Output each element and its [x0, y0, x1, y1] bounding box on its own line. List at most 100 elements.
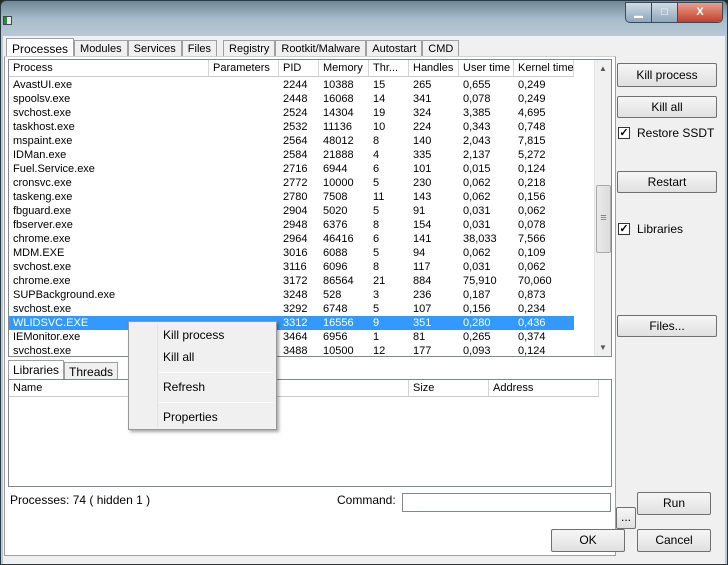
table-cell: 6956	[323, 331, 348, 343]
table-row[interactable]: svchost.exe 2524 14304 19 324 3,385 4,695	[9, 106, 574, 120]
table-row[interactable]: IDMan.exe 2584 21888 4 335 2,137 5,272	[9, 148, 574, 162]
scroll-up-icon[interactable]: ▲	[595, 60, 611, 77]
browse-button[interactable]: ...	[616, 507, 636, 529]
table-cell: IDMan.exe	[13, 149, 67, 161]
column-header-thr-[interactable]: Thr...	[369, 60, 409, 77]
table-cell: 5	[373, 205, 380, 217]
table-cell: 2564	[283, 135, 308, 147]
table-cell	[209, 204, 279, 218]
table-cell: 154	[413, 219, 432, 231]
table-cell: 0,124	[518, 163, 546, 175]
table-cell: 38,033	[463, 233, 497, 245]
table-cell: 14	[373, 93, 386, 105]
table-row[interactable]: chrome.exe 3172 86564 21 884 75,910 70,060	[9, 274, 574, 288]
app-window: ▁ □ X Processes Modules Services Files Regis…	[0, 0, 728, 565]
process-list[interactable]: Process Parameters PID Memory Thr... Handles U…	[8, 59, 612, 357]
table-cell: 11136	[323, 121, 352, 133]
column-header-user-time[interactable]: User time	[459, 60, 514, 77]
run-button[interactable]: Run	[637, 492, 711, 515]
tab-cmd[interactable]: CMD	[422, 40, 460, 57]
table-cell: 0,031	[463, 219, 491, 231]
table-cell: 8	[373, 219, 380, 231]
table-cell: 2964	[283, 233, 308, 245]
close-button[interactable]: X	[678, 3, 722, 22]
column-header-memory[interactable]: Memory	[319, 60, 369, 77]
table-cell: 0,078	[518, 219, 546, 231]
table-row[interactable]: svchost.exe 3488 10500 12 177 0,093 0,124	[9, 344, 574, 356]
table-cell: fbguard.exe	[13, 205, 72, 217]
scroll-down-icon[interactable]: ▼	[595, 339, 611, 356]
menu-item-properties[interactable]: Properties	[163, 410, 218, 424]
table-row[interactable]: mspaint.exe 2564 48012 8 140 2,043 7,815	[9, 134, 574, 148]
table-cell: 528	[323, 289, 342, 301]
table-cell: 9	[373, 317, 380, 329]
checkbox-check-icon: ✓	[618, 223, 630, 235]
files-button[interactable]: Files...	[617, 315, 717, 337]
tab-registry[interactable]: Registry	[223, 40, 276, 57]
table-row[interactable]: WLIDSVC.EXE 3312 16556 9 351 0,280 0,436	[9, 316, 574, 330]
table-row[interactable]: fbguard.exe 2904 5020 5 91 0,031 0,062	[9, 204, 574, 218]
table-cell: 0,062	[518, 261, 546, 273]
kill-all-button[interactable]: Kill all	[617, 96, 717, 118]
tab-processes[interactable]: Processes	[6, 38, 75, 58]
table-cell: 0,343	[463, 121, 491, 133]
table-row[interactable]: spoolsv.exe 2448 16068 14 341 0,078 0,249	[9, 92, 574, 106]
cancel-button[interactable]: Cancel	[637, 529, 711, 552]
table-cell: 140	[413, 135, 432, 147]
libraries-list[interactable]: Name Size Address	[8, 379, 612, 487]
table-cell: svchost.exe	[13, 107, 72, 119]
tab-autostart[interactable]: Autostart	[366, 40, 423, 57]
restart-button[interactable]: Restart	[617, 171, 717, 193]
tab-services[interactable]: Services	[127, 40, 182, 57]
table-row[interactable]: AvastUI.exe 2244 10388 15 265 0,655 0,249	[9, 78, 574, 92]
table-cell: 0,234	[518, 303, 546, 315]
table-row[interactable]: cronsvc.exe 2772 10000 5 230 0,062 0,218	[9, 176, 574, 190]
ok-button[interactable]: OK	[551, 529, 625, 552]
tab-rootkit-malware[interactable]: Rootkit/Malware	[275, 40, 367, 57]
column-header-handles[interactable]: Handles	[409, 60, 459, 77]
scroll-thumb[interactable]: ≡	[596, 185, 611, 253]
client-area: Processes Modules Services Files Registry Roo…	[3, 36, 725, 564]
tab-threads[interactable]: Threads	[64, 362, 119, 379]
tab-modules[interactable]: Modules	[74, 40, 128, 57]
table-cell: 5020	[323, 205, 348, 217]
table-cell: 91	[413, 205, 426, 217]
restore-ssdt-checkbox[interactable]: ✓ Restore SSDT	[618, 126, 714, 140]
table-row[interactable]: taskhost.exe 2532 11136 10 224 0,343 0,748	[9, 120, 574, 134]
column-header-pid[interactable]: PID	[279, 60, 319, 77]
column-header-process[interactable]: Process	[9, 60, 209, 77]
kill-process-button[interactable]: Kill process	[617, 63, 717, 87]
minimize-button[interactable]: ▁	[626, 3, 652, 22]
table-cell: 5	[373, 177, 380, 189]
column-header-kernel-time[interactable]: Kernel time	[514, 60, 574, 77]
table-row[interactable]: svchost.exe 3116 6096 8 117 0,031 0,062	[9, 260, 574, 274]
table-row[interactable]: MDM.EXE 3016 6088 5 94 0,062 0,109	[9, 246, 574, 260]
column-header-size[interactable]: Size	[409, 380, 489, 396]
table-row[interactable]: Fuel.Service.exe 2716 6944 6 101 0,015 0,124	[9, 162, 574, 176]
table-row[interactable]: svchost.exe 3292 6748 5 107 0,156 0,234	[9, 302, 574, 316]
menu-item-kill-all[interactable]: Kill all	[163, 350, 194, 364]
table-cell	[209, 78, 279, 92]
tab-files[interactable]: Files	[181, 40, 218, 57]
column-header-address[interactable]: Address	[489, 380, 599, 396]
table-cell: 10388	[323, 79, 354, 91]
vertical-scrollbar[interactable]: ▲ ≡ ▼	[594, 60, 611, 356]
menu-item-refresh[interactable]: Refresh	[163, 380, 205, 394]
tab-libraries[interactable]: Libraries	[8, 360, 65, 379]
menu-item-kill-process[interactable]: Kill process	[163, 328, 224, 342]
table-row[interactable]: SUPBackground.exe 3248 528 3 236 0,187 0,873	[9, 288, 574, 302]
maximize-button[interactable]: □	[652, 3, 678, 22]
table-row[interactable]: taskeng.exe 2780 7508 11 143 0,062 0,156	[9, 190, 574, 204]
table-cell: 2524	[283, 107, 308, 119]
libraries-checkbox[interactable]: ✓ Libraries	[618, 222, 683, 236]
table-cell: 2904	[283, 205, 308, 217]
command-input[interactable]	[402, 493, 611, 512]
table-row[interactable]: chrome.exe 2964 46416 6 141 38,033 7,566	[9, 232, 574, 246]
table-cell: 335	[413, 149, 432, 161]
column-header-parameters[interactable]: Parameters	[209, 60, 279, 77]
table-cell: taskeng.exe	[13, 191, 73, 203]
table-cell: chrome.exe	[13, 233, 71, 245]
table-row[interactable]: IEMonitor.exe 3464 6956 1 81 0,265 0,374	[9, 330, 574, 344]
table-cell: 6088	[323, 247, 348, 259]
table-row[interactable]: fbserver.exe 2948 6376 8 154 0,031 0,078	[9, 218, 574, 232]
